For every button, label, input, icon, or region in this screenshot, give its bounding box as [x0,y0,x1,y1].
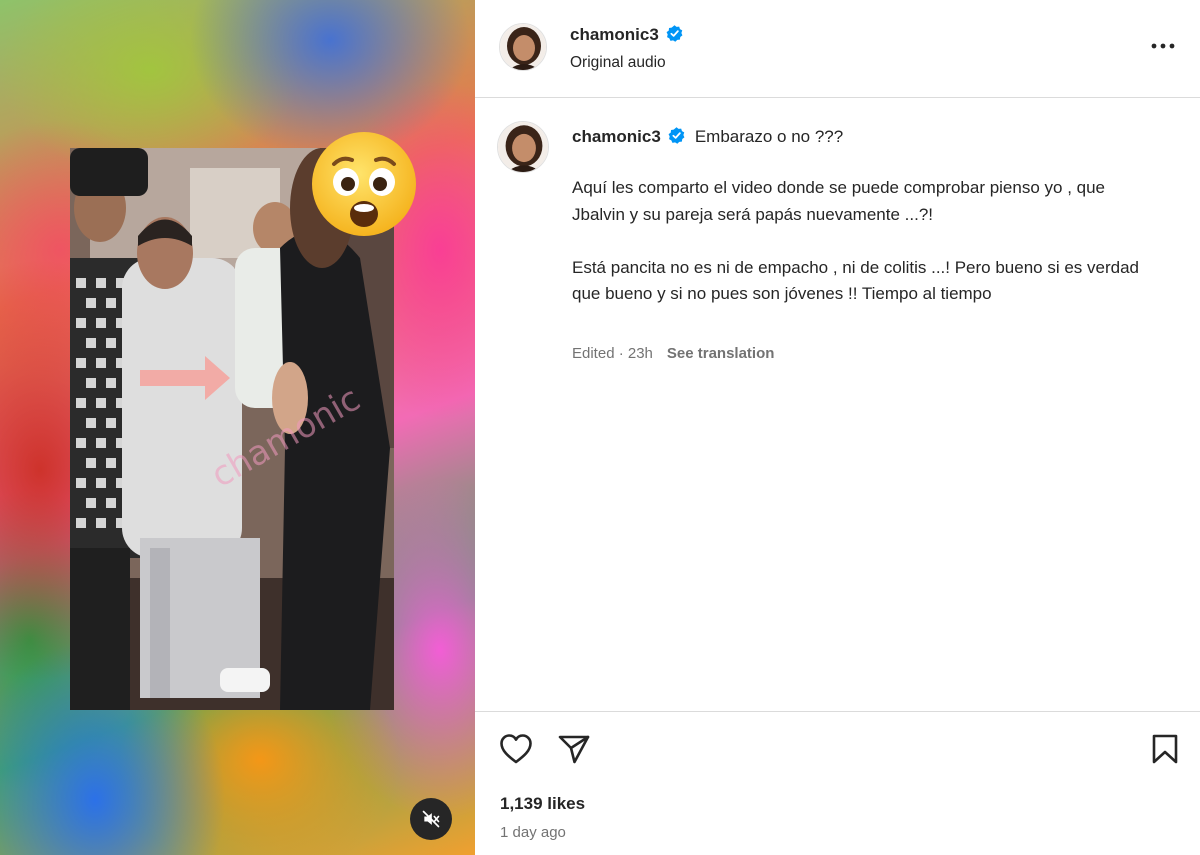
username-text[interactable]: chamonic3 [570,25,659,44]
caption-paragraph: Aquí les comparto el video donde se pued… [572,178,1106,224]
surprised-emoji [312,132,416,236]
post-details-panel: chamonic3 Original audio chamonic3 Embara… [475,0,1200,855]
heart-icon[interactable] [499,733,533,765]
avatar-image [500,24,546,70]
caption-title: Embarazo o no ??? [694,127,844,146]
avatar-image [498,122,548,172]
verified-badge-icon [666,25,683,42]
action-bar: 1,139 likes 1 day ago [475,711,1200,855]
verified-badge-icon [668,127,685,144]
media-panel[interactable]: chamonic [0,0,475,855]
see-translation-button[interactable]: See translation [667,345,775,362]
caption-section: chamonic3 Embarazo o no ??? Aquí les comp… [475,99,1200,711]
caption-body: Aquí les comparto el video donde se pued… [572,175,1162,334]
caption-paragraph: Está pancita no es ni de empacho , ni de… [572,257,1140,304]
likes-count[interactable]: 1,139 likes [500,794,585,814]
more-options-icon[interactable] [1148,36,1178,56]
edited-label: Edited · 23h [572,345,653,362]
caption-avatar[interactable] [497,121,549,173]
caption-first-line: chamonic3 Embarazo o no ??? [572,126,843,147]
avatar[interactable] [499,23,547,71]
post-header: chamonic3 Original audio [475,0,1200,98]
audio-label[interactable]: Original audio [570,54,666,72]
caption-username[interactable]: chamonic3 [572,127,661,146]
username[interactable]: chamonic3 [570,24,684,45]
bookmark-icon[interactable] [1150,733,1180,765]
share-icon[interactable] [557,733,591,765]
mute-icon [422,810,440,828]
post-timestamp[interactable]: 1 day ago [500,824,566,841]
mute-button[interactable] [410,798,452,840]
caption-meta: Edited · 23h See translation [572,345,774,362]
